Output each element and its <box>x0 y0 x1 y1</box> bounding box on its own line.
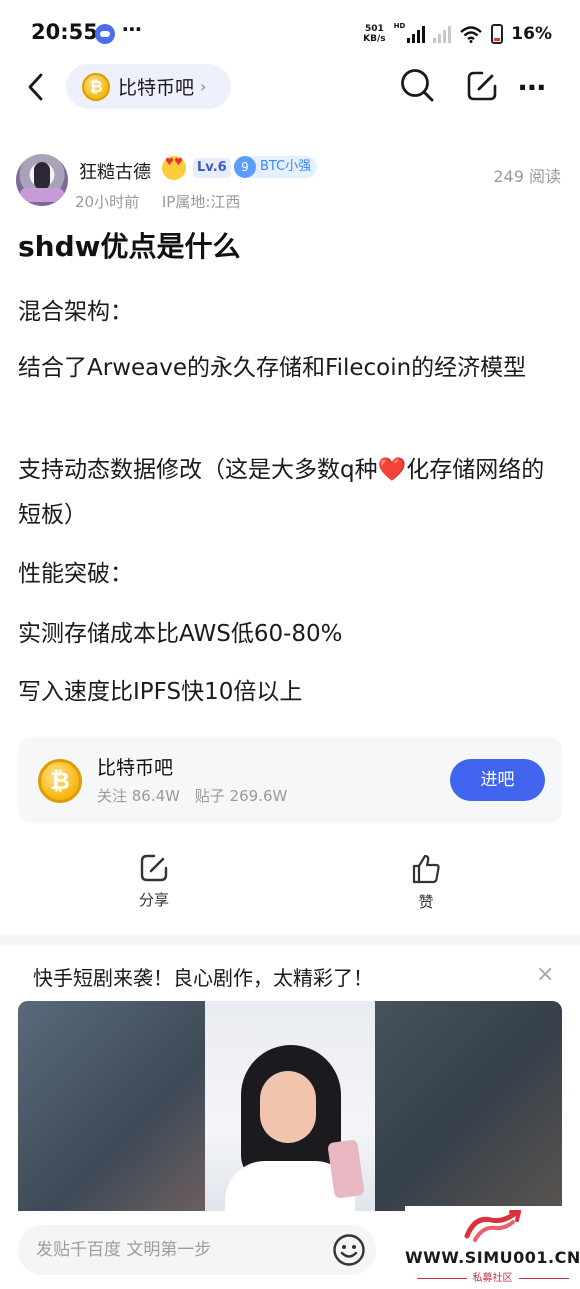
more-icon[interactable]: ⋯ <box>518 71 548 104</box>
badge-label: BTC小强 <box>260 159 312 174</box>
share-button[interactable]: 分享 <box>124 853 184 910</box>
author-name[interactable]: 狂糙古德 <box>79 158 151 184</box>
like-button[interactable]: 赞 <box>396 853 456 912</box>
network-speed: 501 KB/s <box>363 24 386 44</box>
nav-bar: ₿ 比特币吧 › ⋯ <box>0 62 580 112</box>
thumbs-up-icon <box>412 854 440 884</box>
member-badge: 9 BTC小强 <box>234 156 318 178</box>
forum-card[interactable]: ₿ 比特币吧 关注 86.4W 贴子 269.6W 进吧 <box>18 737 562 823</box>
level-badge: Lv.6 <box>193 158 231 178</box>
ad-title[interactable]: 快手短剧来袭！良心剧作，太精彩了！ <box>33 962 373 991</box>
signal-secondary-icon <box>433 25 452 43</box>
post-paragraph: 写入速度比IPFS快10倍以上 <box>18 679 303 705</box>
forum-stats: 关注 86.4W 贴子 269.6W <box>97 785 287 806</box>
follower-count: 关注 86.4W <box>97 787 180 805</box>
status-bar: 20:55 ⋯ 501 KB/s HD 16% <box>0 0 580 66</box>
post-title: shdw优点是什么 <box>18 230 241 263</box>
join-forum-button[interactable]: 进吧 <box>450 759 545 801</box>
ad-main-image <box>205 1001 375 1216</box>
battery-percent: 16% <box>511 24 552 44</box>
share-icon <box>140 854 168 882</box>
watermark-url: WWW.SIMU001.CN <box>405 1248 580 1267</box>
ad-blurred-right <box>375 1001 562 1216</box>
search-icon[interactable] <box>399 67 435 103</box>
badge-number: 9 <box>234 156 256 178</box>
post-meta: 20小时前 IP属地:江西 <box>75 191 240 212</box>
bitcoin-icon: ₿ <box>82 72 110 101</box>
status-indicators: 501 KB/s HD 16% <box>363 22 552 46</box>
watermark-subtitle: 私募社区 <box>405 1269 580 1284</box>
close-icon[interactable]: × <box>536 962 554 987</box>
message-notification-icon <box>95 24 115 44</box>
forum-name: 比特币吧 <box>118 77 195 99</box>
signal-icon <box>407 25 426 43</box>
read-count: 249 阅读 <box>493 167 561 186</box>
watermark-logo-icon <box>464 1210 521 1242</box>
watermark: WWW.SIMU001.CN 私募社区 <box>405 1206 580 1289</box>
like-label: 赞 <box>418 893 434 911</box>
post-paragraph: 支持动态数据修改（这是大多数q种❤️化存储网络的短板） <box>18 457 545 528</box>
heart-eyes-emoji-icon <box>162 156 186 180</box>
chevron-right-icon: › <box>200 77 207 96</box>
emoji-icon[interactable] <box>332 1233 366 1267</box>
post-paragraph: 实测存储成本比AWS低60-80% <box>18 621 343 647</box>
hd-indicator: HD <box>393 22 406 30</box>
forum-chip[interactable]: ₿ 比特币吧 › <box>66 64 231 109</box>
post-paragraph: 性能突破： <box>18 561 133 587</box>
post-paragraph: 混合架构： <box>18 299 133 325</box>
author-avatar[interactable] <box>16 154 68 206</box>
share-label: 分享 <box>138 891 169 909</box>
post-time: 20小时前 <box>75 193 140 211</box>
post-paragraph: 结合了Arweave的永久存储和Filecoin的经济模型 <box>18 355 527 381</box>
ip-location: IP属地:江西 <box>161 193 241 211</box>
ad-video-thumbnail[interactable] <box>18 1001 562 1216</box>
back-icon[interactable] <box>24 72 48 102</box>
status-more-notifications: ⋯ <box>122 17 143 41</box>
forum-card-name: 比特币吧 <box>97 757 174 779</box>
wifi-icon <box>460 26 483 43</box>
section-divider <box>0 935 580 945</box>
edit-icon[interactable] <box>466 70 498 102</box>
ad-blurred-left <box>18 1001 205 1216</box>
status-time: 20:55 <box>31 20 98 44</box>
reply-input[interactable] <box>18 1225 376 1275</box>
post-count: 贴子 269.6W <box>194 787 288 805</box>
battery-icon <box>491 24 504 44</box>
bitcoin-icon: ₿ <box>38 759 82 803</box>
